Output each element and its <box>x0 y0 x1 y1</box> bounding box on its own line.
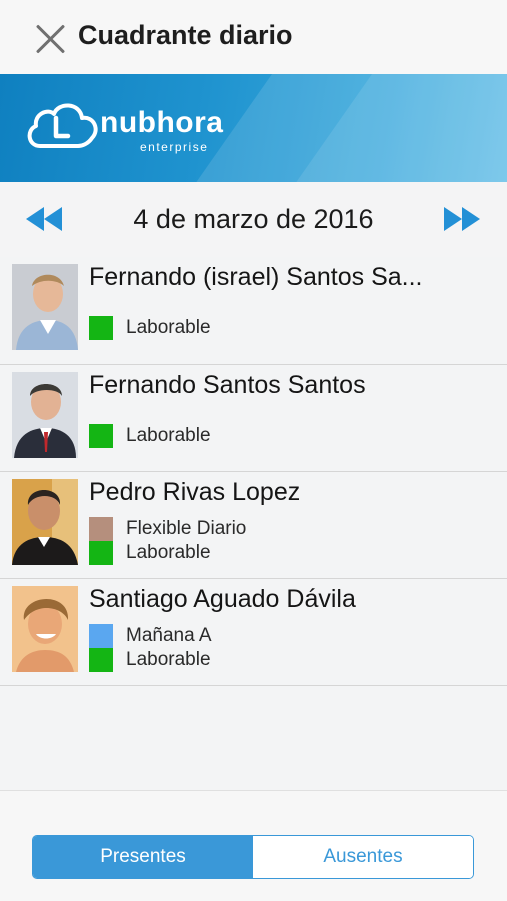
avatar <box>12 586 78 672</box>
shift-label: Laborable <box>126 542 211 563</box>
shift-color-swatch <box>89 424 113 448</box>
shift-label: Laborable <box>126 317 211 338</box>
shift-color-swatch <box>89 541 113 565</box>
employee-name: Pedro Rivas Lopez <box>89 478 301 506</box>
avatar <box>12 479 78 565</box>
shift-color-swatch <box>89 316 113 340</box>
employee-name: Fernando Santos Santos <box>89 371 366 399</box>
page-title: Cuadrante diario <box>78 20 293 50</box>
employee-row[interactable]: Santiago Aguado Dávila Mañana A Laborabl… <box>0 579 507 686</box>
date-navigator: 4 de marzo de 2016 <box>0 182 507 257</box>
employee-row[interactable]: Fernando Santos Santos Laborable <box>0 365 507 472</box>
shift-color-swatch <box>89 648 113 672</box>
close-icon[interactable] <box>34 22 68 56</box>
brand-banner: nubhora enterprise <box>0 74 507 182</box>
avatar <box>12 264 78 350</box>
shift-color-swatch <box>89 517 113 541</box>
tab-ausentes[interactable]: Ausentes <box>253 836 473 878</box>
fast-forward-icon[interactable] <box>442 205 482 233</box>
brand-name: nubhora <box>100 106 224 139</box>
shift-color-swatch <box>89 624 113 648</box>
employee-name: Fernando (israel) Santos Sa... <box>89 263 423 291</box>
brand-subtitle: enterprise <box>140 140 209 154</box>
current-date: 4 de marzo de 2016 <box>133 204 374 234</box>
presence-segmented-control: Presentes Ausentes <box>32 835 474 879</box>
employee-name: Santiago Aguado Dávila <box>89 585 356 613</box>
shift-label: Flexible Diario <box>126 518 247 539</box>
shift-label: Laborable <box>126 649 211 670</box>
avatar <box>12 372 78 458</box>
cloud-logo-icon <box>27 103 98 148</box>
employee-row[interactable]: Pedro Rivas Lopez Flexible Diario Labora… <box>0 472 507 579</box>
shift-label: Laborable <box>126 425 211 446</box>
shift-label: Mañana A <box>126 625 212 646</box>
top-bar: Cuadrante diario <box>0 0 507 75</box>
employee-row[interactable]: Fernando (israel) Santos Sa... Laborable <box>0 257 507 365</box>
bottom-bar: Presentes Ausentes <box>0 790 507 901</box>
employee-list: Fernando (israel) Santos Sa... Laborable… <box>0 257 507 686</box>
tab-presentes[interactable]: Presentes <box>33 836 253 878</box>
